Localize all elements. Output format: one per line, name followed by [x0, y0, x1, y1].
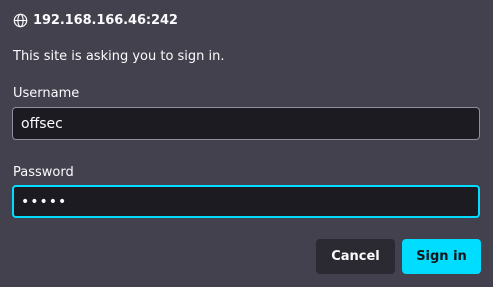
username-label: Username: [13, 86, 80, 101]
password-input[interactable]: [12, 185, 480, 218]
sign-in-message: This site is asking you to sign in.: [13, 49, 225, 64]
globe-icon: [13, 13, 28, 27]
username-input[interactable]: [12, 107, 480, 140]
password-label: Password: [13, 165, 74, 180]
sign-in-button[interactable]: Sign in: [402, 239, 481, 274]
dialog-origin: 192.168.166.46:242: [13, 11, 178, 29]
cancel-button[interactable]: Cancel: [316, 239, 395, 274]
origin-address: 192.168.166.46:242: [33, 12, 178, 28]
